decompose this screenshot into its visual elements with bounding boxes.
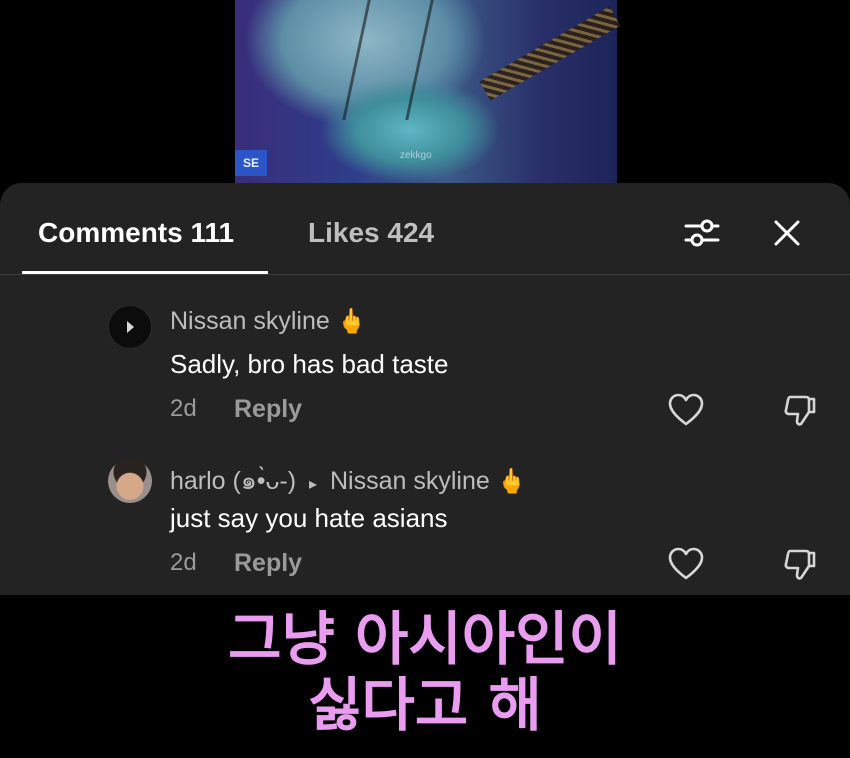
username-text: Nissan skyline (170, 307, 330, 335)
dislike-button[interactable] (780, 545, 820, 583)
reply-button[interactable]: Reply (234, 549, 302, 578)
tab-comments[interactable]: Comments 111 (38, 217, 234, 249)
comments-panel: Comments 111 Likes 424 Nissan skyline 🖕 … (0, 183, 850, 595)
thumbs-down-icon (784, 395, 816, 426)
sliders-icon (684, 219, 720, 247)
username-text: harlo (⁠๑⁠•̀⁠ᴗ⁠-⁠) (170, 467, 297, 495)
reply-button[interactable]: Reply (234, 395, 302, 424)
reply-arrow-icon: ▸ (309, 476, 318, 493)
tab-likes[interactable]: Likes 424 (308, 217, 434, 249)
filter-button[interactable] (682, 213, 722, 253)
avatar[interactable] (108, 459, 152, 503)
caption-line: 그냥 아시아인이 (228, 605, 622, 673)
comment-timestamp: 2d (170, 395, 197, 422)
tab-divider (0, 274, 850, 275)
middle-finger-emoji: 🖕 (336, 308, 367, 335)
avatar[interactable] (108, 305, 152, 349)
avatar-icon (127, 321, 134, 333)
like-button[interactable] (666, 391, 706, 429)
reply-to-username: Nissan skyline (329, 467, 490, 495)
comment-item: harlo (⁠๑⁠•̀⁠ᴗ⁠-⁠) ▸ Nissan skyline 🖕 ju… (0, 453, 850, 603)
video-badge: SE (235, 150, 267, 176)
comment-text: Sadly, bro has bad taste (170, 349, 449, 379)
comment-timestamp: 2d (170, 549, 197, 576)
thumbs-down-icon (784, 549, 816, 580)
tab-bar: Comments 111 Likes 424 (0, 183, 850, 275)
close-button[interactable] (767, 213, 807, 253)
subtitle-caption: 그냥 아시아인이 싫다고 해 (0, 606, 850, 738)
video-thumbnail[interactable]: SE zekkgo (235, 0, 621, 190)
comment-username[interactable]: Nissan skyline 🖕 (170, 307, 367, 336)
video-strap (479, 6, 621, 101)
heart-icon (668, 547, 704, 580)
video-figure (342, 0, 434, 120)
comment-item: Nissan skyline 🖕 Sadly, bro has bad tast… (0, 299, 850, 449)
dislike-button[interactable] (780, 391, 820, 429)
caption-line: 싫다고 해 (308, 671, 542, 739)
comment-username[interactable]: harlo (⁠๑⁠•̀⁠ᴗ⁠-⁠) ▸ Nissan skyline 🖕 (170, 461, 527, 501)
like-button[interactable] (666, 545, 706, 583)
video-watermark: zekkgo (400, 150, 432, 161)
heart-icon (668, 393, 704, 426)
close-icon (774, 220, 800, 246)
comment-text: just say you hate asians (170, 503, 448, 533)
middle-finger-emoji: 🖕 (496, 468, 527, 495)
